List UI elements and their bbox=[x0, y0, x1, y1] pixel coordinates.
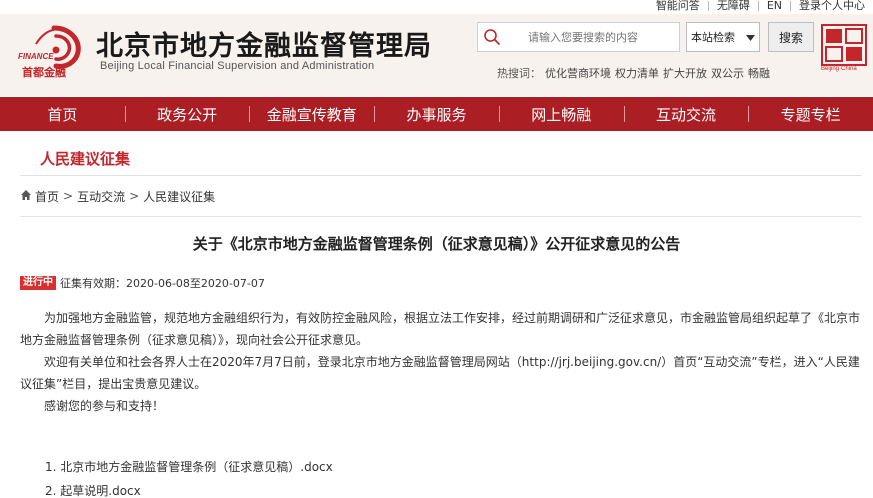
nav-item-government-affairs[interactable]: 政务公开 bbox=[124, 97, 250, 131]
search-scope-select[interactable]: 本站检索 bbox=[686, 22, 760, 52]
utility-links: 智能问答 无障碍 EN 登录个人中心 bbox=[648, 0, 873, 13]
login-link[interactable]: 登录个人中心 bbox=[791, 0, 873, 13]
seal-caption: Beijing·China bbox=[821, 66, 857, 72]
breadcrumb: 首页 > 互动交流 > 人民建议征集 bbox=[20, 187, 215, 205]
hot-word[interactable]: 优化营商环境 bbox=[545, 67, 611, 80]
hot-search-label: 热搜词： bbox=[497, 67, 541, 80]
nav-item-interaction[interactable]: 互动交流 bbox=[623, 97, 749, 131]
attachment-link[interactable]: 1. 北京市地方金融监督管理条例（征求意见稿）.docx bbox=[45, 455, 333, 479]
search-box bbox=[477, 22, 680, 52]
home-icon bbox=[20, 189, 32, 204]
logo-finance-text: FINANCE bbox=[18, 52, 54, 61]
validity-period: 征集有效期：2020-06-08至2020-07-07 bbox=[60, 277, 265, 290]
search-button[interactable]: 搜索 bbox=[768, 22, 814, 52]
hot-search: 热搜词： 优化营商环境 权力清单 扩大开放 双公示 畅融 bbox=[497, 65, 770, 81]
breadcrumb-home[interactable]: 首页 bbox=[35, 188, 59, 205]
status-badge: 进行中 bbox=[20, 276, 56, 290]
site-header: FINANCE 首都金融 北京市地方金融监督管理局 Beijing Local … bbox=[0, 14, 873, 96]
nav-item-finance-education[interactable]: 金融宣传教育 bbox=[249, 97, 374, 131]
main-nav: 首页 政务公开 金融宣传教育 办事服务 网上畅融 互动交流 专题专栏 bbox=[0, 97, 873, 131]
nav-item-topics[interactable]: 专题专栏 bbox=[748, 97, 873, 131]
breadcrumb-current[interactable]: 人民建议征集 bbox=[143, 188, 215, 205]
article-paragraph: 欢迎有关单位和社会各界人士在2020年7月7日前，登录北京市地方金融监督管理局网… bbox=[20, 355, 860, 391]
accessibility-link[interactable]: 无障碍 bbox=[709, 0, 758, 13]
chevron-down-icon bbox=[746, 31, 755, 44]
hot-word[interactable]: 权力清单 bbox=[615, 67, 659, 80]
article-body: 为加强地方金融监管，规范地方金融组织行为，有效防控金融风险，根据立法工作安排，经… bbox=[20, 307, 862, 417]
search-icon bbox=[478, 23, 506, 51]
hot-word[interactable]: 扩大开放 bbox=[663, 67, 707, 80]
nav-item-online-financing[interactable]: 网上畅融 bbox=[498, 97, 624, 131]
breadcrumb-interaction[interactable]: 互动交流 bbox=[77, 188, 125, 205]
site-subtitle: Beijing Local Financial Supervision and … bbox=[100, 60, 375, 72]
section-header: 人民建议征集 bbox=[20, 140, 862, 176]
search-scope-value: 本站检索 bbox=[691, 31, 735, 44]
top-utility-bar: 智能问答 无障碍 EN 登录个人中心 bbox=[0, 0, 873, 14]
breadcrumb-separator: > bbox=[129, 189, 140, 203]
nav-item-services[interactable]: 办事服务 bbox=[374, 97, 499, 131]
beijing-seal-logo: Beijing·China bbox=[821, 24, 867, 72]
article-title: 关于《北京市地方金融监督管理条例（征求意见稿）》公开征求意见的公告 bbox=[192, 235, 681, 253]
status-line: 进行中 征集有效期：2020-06-08至2020-07-07 bbox=[20, 275, 265, 291]
beijing-seal-icon bbox=[821, 24, 867, 66]
smart-qa-link[interactable]: 智能问答 bbox=[648, 0, 708, 13]
english-link[interactable]: EN bbox=[759, 0, 790, 13]
attachment-list: 1. 北京市地方金融监督管理条例（征求意见稿）.docx 2. 起草说明.doc… bbox=[45, 455, 333, 498]
attachment-link[interactable]: 2. 起草说明.docx bbox=[45, 479, 333, 498]
article-paragraph: 为加强地方金融监管，规范地方金融组织行为，有效防控金融风险，根据立法工作安排，经… bbox=[20, 311, 861, 347]
section-title: 人民建议征集 bbox=[40, 150, 131, 168]
breadcrumb-separator: > bbox=[63, 189, 74, 203]
site-logo[interactable]: FINANCE 首都金融 bbox=[16, 22, 94, 79]
nav-item-home[interactable]: 首页 bbox=[0, 97, 125, 131]
site-title[interactable]: 北京市地方金融监督管理局 bbox=[96, 24, 432, 63]
search-input[interactable] bbox=[506, 30, 671, 44]
logo-zh-text: 首都金融 bbox=[22, 67, 66, 79]
hot-word[interactable]: 双公示 bbox=[711, 67, 744, 80]
hot-word[interactable]: 畅融 bbox=[748, 67, 770, 80]
content-divider bbox=[20, 216, 862, 217]
article-paragraph: 感谢您的参与和支持！ bbox=[44, 399, 165, 413]
